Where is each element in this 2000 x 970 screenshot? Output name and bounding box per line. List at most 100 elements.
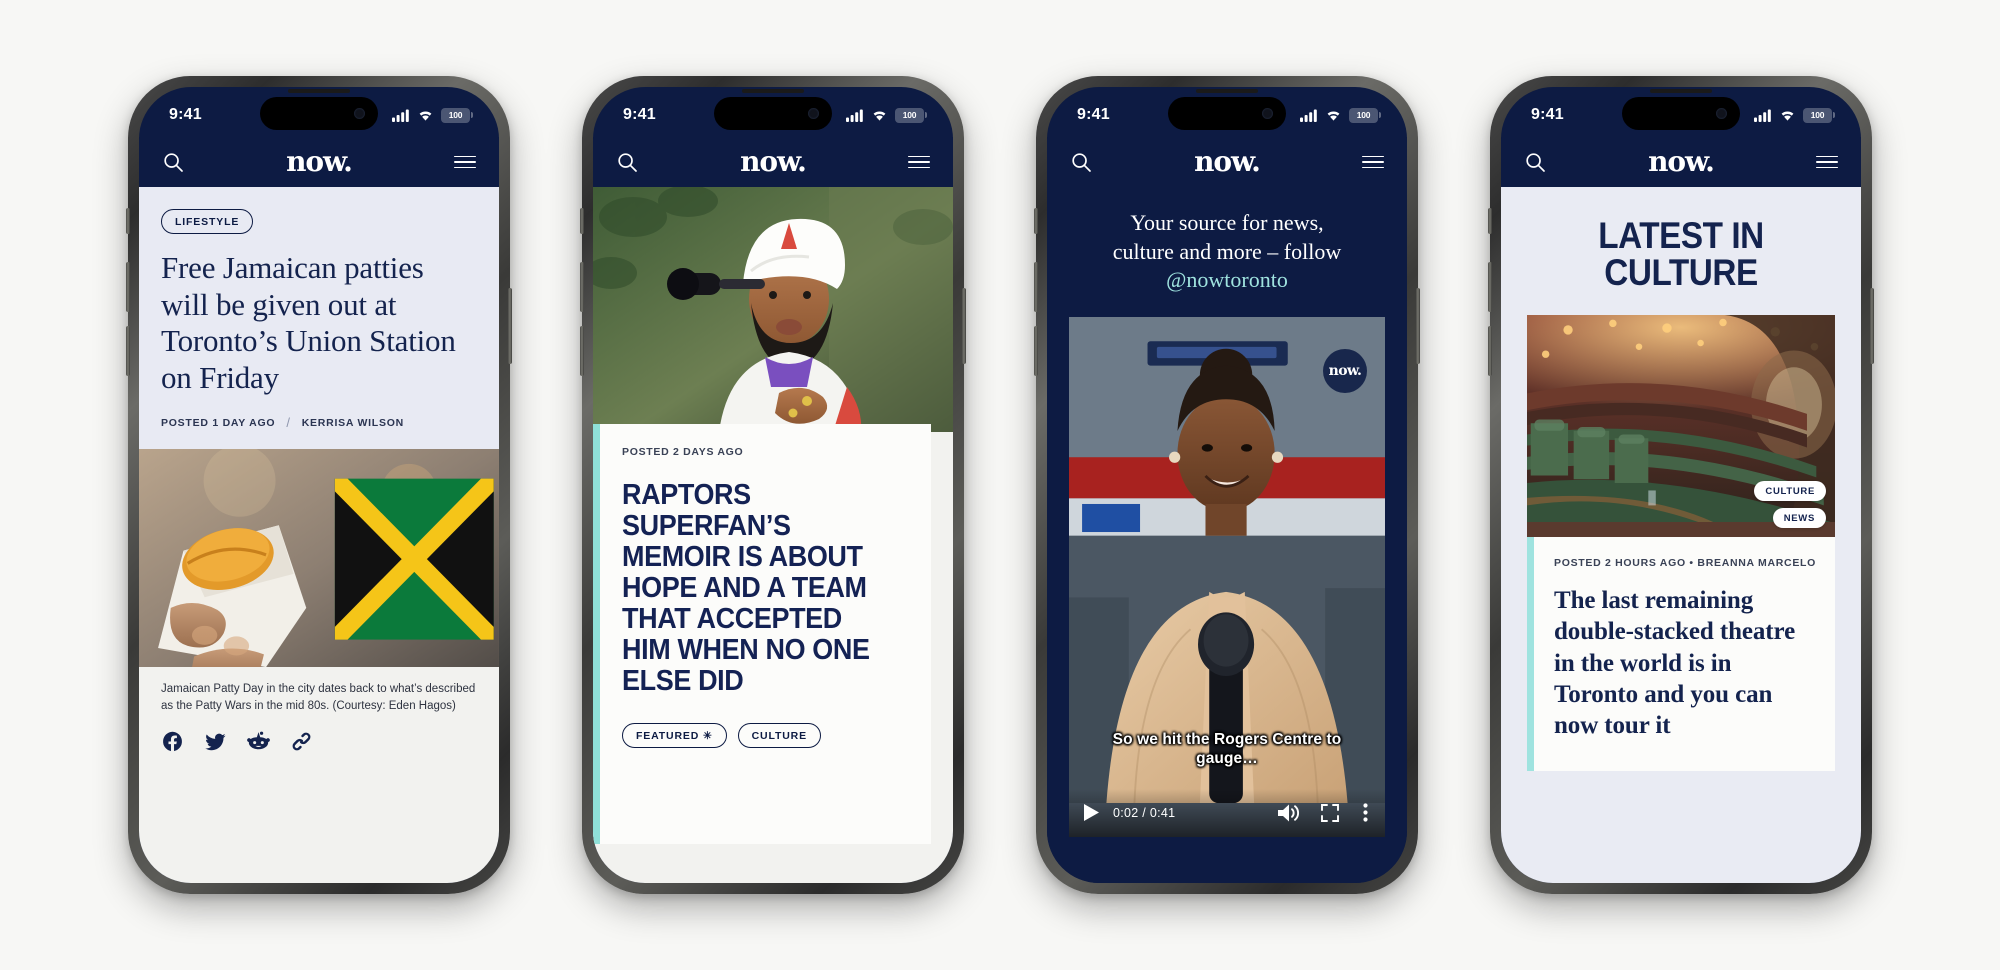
story-headline: RAPTORS SUPERFAN’S MEMOIR IS ABOUT HOPE …: [622, 479, 870, 698]
front-camera-icon: [808, 108, 819, 119]
wifi-icon: [1327, 110, 1340, 121]
earpiece-speaker: [1196, 89, 1258, 93]
superfan-photo-illustration: [593, 187, 953, 432]
culture-card-body: POSTED 2 HOURS AGO • BREANNA MARCELO The…: [1527, 537, 1835, 772]
search-icon[interactable]: [1523, 150, 1547, 174]
tagline-line-1: Your source for news,: [1130, 210, 1324, 235]
volume-up-button[interactable]: [580, 262, 584, 312]
card-tags: CULTURE NEWS: [1754, 481, 1826, 528]
front-camera-icon: [354, 108, 365, 119]
hamburger-menu-icon[interactable]: [1815, 150, 1839, 174]
top-navigation-bar: now.: [1047, 137, 1407, 187]
article-headline: Free Jamaican patties will be given out …: [161, 250, 456, 395]
culture-card-photo[interactable]: CULTURE NEWS: [1527, 315, 1835, 537]
tag-culture[interactable]: CULTURE: [737, 723, 821, 749]
volume-down-button[interactable]: [580, 326, 584, 376]
volume-down-button[interactable]: [1488, 326, 1492, 376]
status-bar: 9:41 100: [1501, 87, 1861, 137]
byline-separator: /: [286, 415, 291, 431]
power-button[interactable]: [508, 288, 512, 364]
top-navigation-bar: now.: [593, 137, 953, 187]
fullscreen-icon[interactable]: [1321, 803, 1339, 822]
now-logo[interactable]: now.: [740, 145, 807, 178]
status-time: 9:41: [169, 106, 202, 123]
tag-news[interactable]: NEWS: [1772, 508, 1826, 528]
volume-down-button[interactable]: [126, 326, 130, 376]
copy-link-icon[interactable]: [290, 730, 313, 753]
video-timecode: 0:02 / 0:41: [1113, 805, 1176, 820]
social-handle[interactable]: @nowtoronto: [1073, 266, 1381, 295]
video-screen: Your source for news, culture and more –…: [1047, 187, 1407, 883]
front-camera-icon: [1262, 108, 1273, 119]
battery-icon: 100: [1803, 107, 1832, 123]
status-time: 9:41: [1077, 106, 1110, 123]
phone-device-2: 9:41 100 now. POSTED 2 DAYS AGO RAPTORS …: [580, 76, 966, 894]
battery-tip: [925, 112, 927, 118]
power-button[interactable]: [962, 288, 966, 364]
category-pill-lifestyle[interactable]: LIFESTYLE: [161, 209, 254, 234]
cellular-signal-icon: [1300, 109, 1317, 122]
power-button[interactable]: [1870, 288, 1874, 364]
kebab-menu-icon[interactable]: [1363, 803, 1368, 822]
power-button[interactable]: [1416, 288, 1420, 364]
twitter-icon[interactable]: [204, 730, 227, 753]
reddit-icon[interactable]: [247, 730, 270, 753]
volume-up-button[interactable]: [1488, 262, 1492, 312]
section-title-line-1: LATEST IN: [1598, 215, 1764, 256]
volume-down-button[interactable]: [1034, 326, 1038, 376]
tagline-line-2: culture and more – follow: [1112, 238, 1342, 264]
now-logo[interactable]: now.: [1194, 145, 1261, 178]
phone-device-4: 9:41 100 now. LATEST IN CULTURE CULTURE …: [1488, 76, 1874, 894]
facebook-icon[interactable]: [161, 730, 184, 753]
battery-icon: 100: [441, 107, 470, 123]
volume-icon[interactable]: [1278, 804, 1299, 822]
dynamic-island: [714, 97, 832, 130]
cellular-signal-icon: [392, 109, 409, 122]
status-bar: 9:41 100: [1047, 87, 1407, 137]
story-hero-photo: [593, 187, 953, 432]
top-navigation-bar: now.: [139, 137, 499, 187]
cellular-signal-icon: [1754, 109, 1771, 122]
dynamic-island: [260, 97, 378, 130]
posted-time: POSTED 2 DAYS AGO: [622, 446, 744, 458]
story-tags: FEATURED ✳ CULTURE: [622, 723, 911, 749]
top-navigation-bar: now.: [1501, 137, 1861, 187]
status-bar: 9:41 100: [593, 87, 953, 137]
earpiece-speaker: [742, 89, 804, 93]
play-icon[interactable]: [1084, 804, 1099, 822]
battery-tip: [471, 112, 473, 118]
status-bar: 9:41 100: [139, 87, 499, 137]
tag-culture[interactable]: CULTURE: [1754, 481, 1826, 501]
patty-photo-illustration: [139, 449, 499, 668]
card-headline[interactable]: The last remaining double-stacked theatr…: [1554, 585, 1817, 741]
social-tagline: Your source for news, culture and more –…: [1047, 191, 1407, 317]
now-logo[interactable]: now.: [1648, 145, 1715, 178]
battery-icon: 100: [895, 107, 924, 123]
silent-switch[interactable]: [126, 208, 130, 234]
tag-featured[interactable]: FEATURED ✳: [622, 723, 727, 749]
hamburger-menu-icon[interactable]: [453, 150, 477, 174]
phone-screen-4: 9:41 100 now. LATEST IN CULTURE CULTURE …: [1501, 87, 1861, 883]
article-header: LIFESTYLE Free Jamaican patties will be …: [139, 187, 499, 450]
hamburger-menu-icon[interactable]: [1361, 150, 1385, 174]
card-byline: POSTED 2 HOURS AGO • BREANNA MARCELO: [1554, 557, 1817, 569]
search-icon[interactable]: [161, 150, 185, 174]
battery-icon: 100: [1349, 107, 1378, 123]
video-caption-overlay: So we hit the Rogers Centre to gauge…: [1112, 731, 1342, 768]
article-screen: LIFESTYLE Free Jamaican patties will be …: [139, 187, 499, 883]
volume-up-button[interactable]: [1034, 262, 1038, 312]
silent-switch[interactable]: [1488, 208, 1492, 234]
search-icon[interactable]: [1069, 150, 1093, 174]
phone-device-1: 9:41 100 now. LIFESTYLE Free Jamaican pa…: [126, 76, 512, 894]
hamburger-menu-icon[interactable]: [907, 150, 931, 174]
section-title: LATEST IN CULTURE: [1519, 187, 1843, 315]
volume-up-button[interactable]: [126, 262, 130, 312]
video-player[interactable]: now. So we hit the Rogers Centre to gaug…: [1069, 316, 1385, 837]
now-logo[interactable]: now.: [286, 145, 353, 178]
silent-switch[interactable]: [1034, 208, 1038, 234]
silent-switch[interactable]: [580, 208, 584, 234]
author-name[interactable]: KERRISA WILSON: [302, 417, 404, 429]
search-icon[interactable]: [615, 150, 639, 174]
wifi-icon: [1781, 110, 1794, 121]
dynamic-island: [1622, 97, 1740, 130]
